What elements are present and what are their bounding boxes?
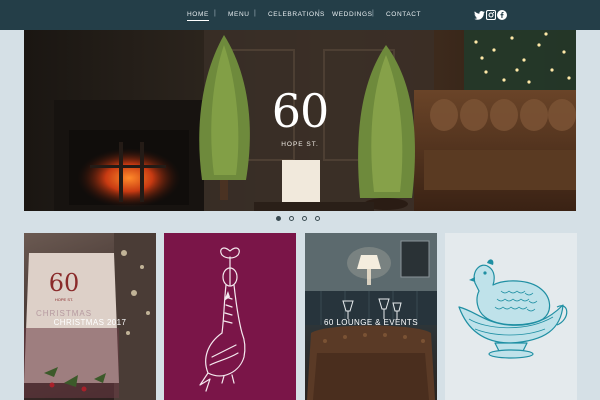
hen-gravy-boat-illustration bbox=[458, 259, 568, 359]
tile-christmas[interactable]: 60 HOPE ST. CHRISTMAS CHRISTMAS 2017 bbox=[24, 233, 156, 400]
nav-separator: | bbox=[254, 10, 256, 17]
slider-dot-2[interactable] bbox=[289, 216, 294, 221]
lounge-image bbox=[305, 233, 437, 400]
slider-dots bbox=[276, 216, 324, 222]
nav-separator: | bbox=[214, 10, 216, 17]
christmas-card-image: 60 HOPE ST. CHRISTMAS bbox=[24, 233, 156, 400]
nav-separator: | bbox=[372, 10, 374, 17]
tile-label: 60 LOUNGE & EVENTS bbox=[324, 318, 418, 327]
tile-bird-illustration[interactable] bbox=[164, 233, 296, 400]
tile-hen-illustration[interactable] bbox=[445, 233, 577, 400]
top-nav: HOME | MENU | CELEBRATIONS | WEDDINGS | … bbox=[0, 0, 600, 30]
nav-item-celebrations[interactable]: CELEBRATIONS bbox=[268, 11, 325, 18]
twitter-icon[interactable] bbox=[473, 9, 485, 21]
slider-dot-4[interactable] bbox=[315, 216, 320, 221]
hero-subtitle: HOPE ST. bbox=[281, 141, 319, 148]
nav-links: HOME | MENU | CELEBRATIONS | WEDDINGS | … bbox=[0, 0, 600, 30]
card-subtitle: HOPE ST. bbox=[55, 297, 73, 302]
card-word: CHRISTMAS bbox=[36, 309, 92, 318]
nav-item-home[interactable]: HOME bbox=[187, 11, 209, 21]
hero-logo: 60 bbox=[271, 84, 330, 138]
nav-item-menu[interactable]: MENU bbox=[228, 11, 250, 18]
card-logo: 60 bbox=[49, 269, 80, 297]
facebook-icon[interactable] bbox=[496, 9, 508, 21]
tile-lounge-events[interactable]: 60 LOUNGE & EVENTS bbox=[305, 233, 437, 400]
tile-label: CHRISTMAS 2017 bbox=[53, 318, 127, 327]
hero-slider[interactable]: 60 HOPE ST. bbox=[24, 30, 576, 211]
nav-item-weddings[interactable]: WEDDINGS bbox=[332, 11, 373, 18]
slider-dot-3[interactable] bbox=[302, 216, 307, 221]
nav-item-contact[interactable]: CONTACT bbox=[386, 11, 421, 18]
slider-dot-1[interactable] bbox=[276, 216, 281, 221]
nav-separator: | bbox=[318, 10, 320, 17]
bird-corkscrew-illustration bbox=[199, 247, 246, 392]
